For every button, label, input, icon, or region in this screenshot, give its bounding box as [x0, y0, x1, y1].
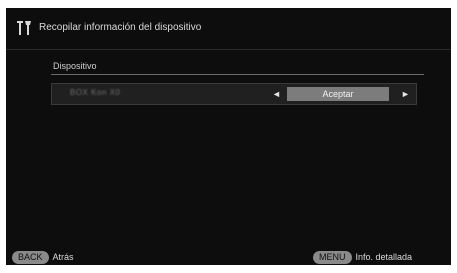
section-label: Dispositivo	[53, 61, 97, 71]
menu-key[interactable]: MENU	[313, 250, 352, 264]
right-arrow-icon[interactable]: ►	[401, 87, 410, 101]
screen: Recopilar información del dispositivo Di…	[6, 8, 451, 265]
page-title: Recopilar información del dispositivo	[39, 22, 202, 33]
tools-icon	[17, 19, 33, 37]
title-bar: Recopilar información del dispositivo	[6, 8, 451, 50]
device-row[interactable]: BOX Kon X0 ◄ Aceptar ►	[51, 83, 417, 105]
back-key[interactable]: BACK	[12, 250, 49, 264]
back-hint[interactable]: BACK Atrás	[12, 250, 74, 264]
device-name: BOX Kon X0	[70, 88, 121, 97]
section-divider	[51, 74, 424, 75]
back-label: Atrás	[52, 252, 74, 262]
menu-hint[interactable]: MENU Info. detallada	[313, 250, 412, 264]
left-arrow-icon[interactable]: ◄	[272, 87, 281, 101]
accept-button[interactable]: Aceptar	[287, 87, 389, 101]
menu-label: Info. detallada	[355, 252, 413, 262]
